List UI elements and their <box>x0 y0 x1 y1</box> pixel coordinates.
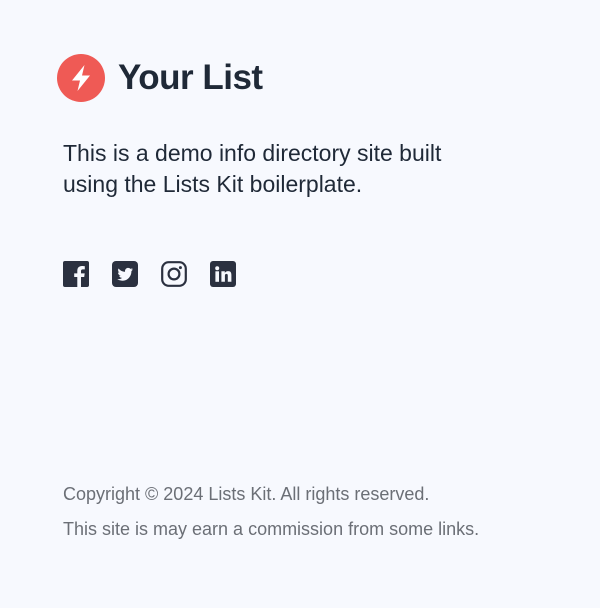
copyright-text: Copyright © 2024 Lists Kit. All rights r… <box>63 484 430 504</box>
brand-home-link[interactable]: Your List <box>57 54 263 102</box>
twitter-link[interactable] <box>112 261 138 287</box>
linkedin-link[interactable] <box>210 261 236 287</box>
social-links <box>63 261 236 287</box>
twitter-icon <box>112 261 138 287</box>
instagram-link[interactable] <box>161 261 187 287</box>
lightning-bolt-icon <box>57 54 105 102</box>
instagram-icon <box>161 261 187 287</box>
facebook-icon <box>63 261 89 287</box>
commission-disclaimer: This site is may earn a commission from … <box>63 519 480 539</box>
site-tagline: This is a demo info directory site built… <box>63 140 442 197</box>
site-footer: Your List This is a demo info directory … <box>0 0 600 608</box>
linkedin-icon <box>210 261 236 287</box>
brand-name: Your List <box>118 58 263 97</box>
facebook-link[interactable] <box>63 261 89 287</box>
